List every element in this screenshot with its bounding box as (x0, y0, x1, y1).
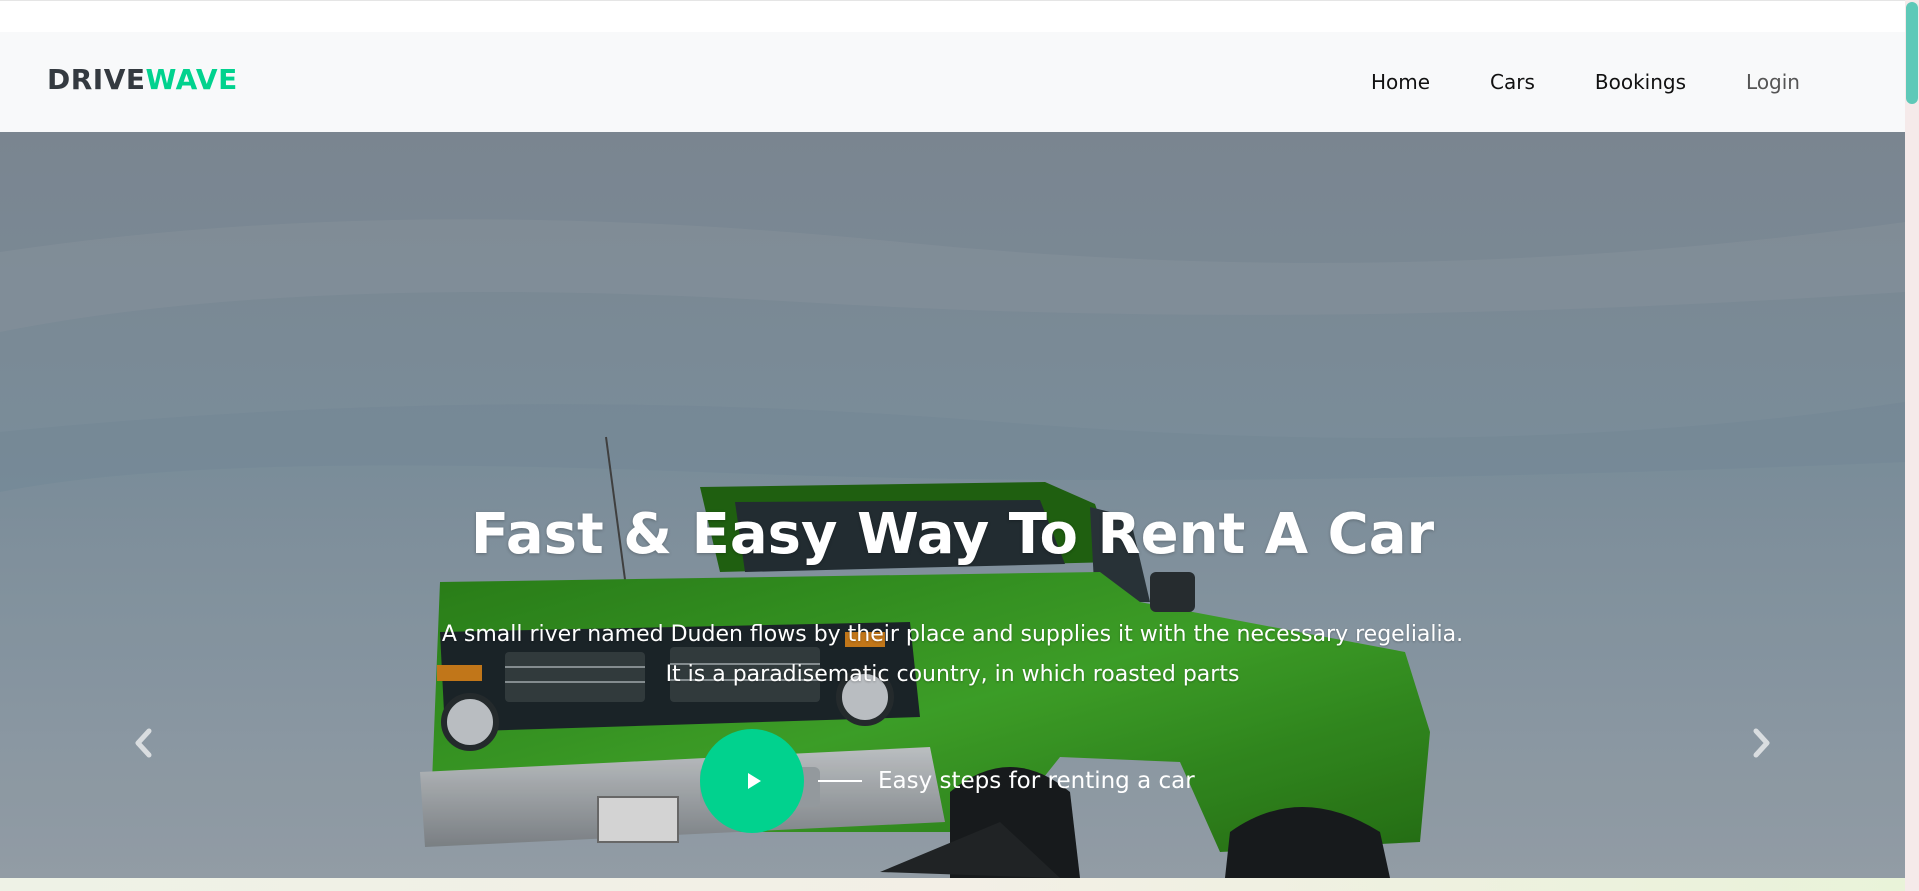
carousel-next-button[interactable] (1742, 723, 1782, 763)
hero-title: Fast & Easy Way To Rent A Car (470, 502, 1435, 567)
video-cta-label: Easy steps for renting a car (878, 768, 1195, 794)
play-icon (747, 773, 761, 789)
nav-link-bookings[interactable]: Bookings (1565, 70, 1716, 94)
navbar: DRIVEWAVE Home Cars Bookings Login (0, 32, 1905, 132)
brand-accent: WAVE (145, 63, 238, 96)
scrollbar-thumb[interactable] (1906, 2, 1918, 104)
nav-link-cars[interactable]: Cars (1460, 70, 1565, 94)
nav-link-home[interactable]: Home (1341, 70, 1460, 94)
page: DRIVEWAVE Home Cars Bookings Login Fast … (0, 0, 1919, 891)
chevron-right-icon (1753, 728, 1770, 758)
nav-link-login[interactable]: Login (1716, 70, 1830, 94)
brand-logo[interactable]: DRIVEWAVE (47, 66, 238, 94)
hero-subtitle-line-2: It is a paradisematic country, in which … (665, 662, 1240, 687)
carousel-prev-button[interactable] (123, 723, 163, 763)
chevron-left-icon (135, 728, 152, 758)
hero-slider: Fast & Easy Way To Rent A Car A small ri… (0, 132, 1905, 878)
video-cta: Easy steps for renting a car (700, 728, 1195, 834)
top-strip (0, 0, 1905, 33)
next-section-edge (0, 878, 1905, 891)
hero-subtitle-line-1: A small river named Duden flows by their… (441, 622, 1464, 647)
nav-links: Home Cars Bookings Login (1341, 32, 1830, 132)
brand-primary: DRIVE (47, 63, 146, 96)
hero-subtitle: A small river named Duden flows by their… (400, 615, 1505, 695)
cta-divider (818, 780, 862, 782)
play-video-button[interactable] (700, 729, 804, 833)
scrollbar-track[interactable] (1905, 0, 1919, 891)
